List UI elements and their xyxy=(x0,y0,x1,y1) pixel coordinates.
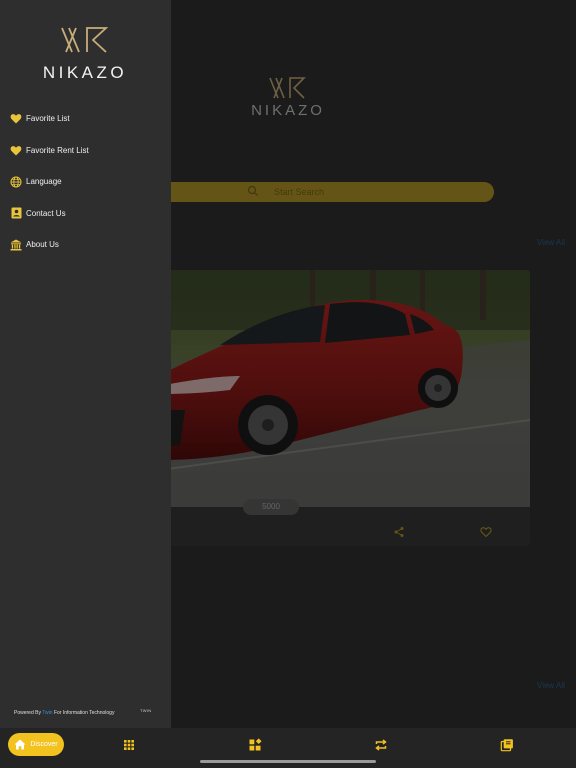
powered-brand-link[interactable]: Twin xyxy=(42,710,52,716)
tab-discover-label: Discover xyxy=(30,741,58,748)
home-indicator[interactable] xyxy=(200,760,376,763)
menu-item-favorite-list[interactable]: Favorite List xyxy=(10,103,168,135)
menu-item-label: Favorite Rent List xyxy=(26,145,89,155)
repeat-icon[interactable] xyxy=(374,738,388,752)
favorite-heart-icon[interactable] xyxy=(480,526,492,538)
red-sedan-image xyxy=(160,270,530,507)
main-logo: NIKAZO xyxy=(243,76,333,122)
menu-item-language[interactable]: Language xyxy=(10,166,168,198)
view-all-link-top[interactable]: View All xyxy=(537,238,565,247)
car-card[interactable]: 5000 xyxy=(160,270,530,546)
nikazo-logo-icon xyxy=(61,27,109,53)
app-screen: NIKAZO View All xyxy=(0,0,576,768)
search-bar[interactable] xyxy=(160,182,494,202)
share-icon[interactable] xyxy=(393,526,405,538)
view-all-link-bottom[interactable]: View All xyxy=(537,681,565,690)
powered-by-text: Powered By Twin For Information Technolo… xyxy=(14,710,114,716)
menu-item-label: About Us xyxy=(26,240,59,250)
grid-icon[interactable] xyxy=(122,738,136,752)
tab-discover[interactable]: Discover xyxy=(8,733,64,756)
price-badge: 5000 xyxy=(243,499,299,515)
powered-suffix: For Information Technology xyxy=(53,710,115,716)
menu-item-about-us[interactable]: About Us xyxy=(10,229,168,261)
menu-item-label: Favorite List xyxy=(26,114,70,124)
side-drawer: NIKAZO Favorite List Favorite Rent List xyxy=(0,0,171,728)
menu-item-label: Contact Us xyxy=(26,208,66,218)
search-input[interactable] xyxy=(274,184,474,200)
widgets-icon[interactable] xyxy=(248,738,262,752)
drawer-logo: NIKAZO xyxy=(30,26,140,83)
twin-logo: TWIN xyxy=(140,708,152,713)
menu-item-label: Language xyxy=(26,177,62,187)
powered-prefix: Powered By xyxy=(14,710,41,716)
contact-card-icon xyxy=(10,207,22,219)
home-icon xyxy=(14,739,26,750)
heart-icon xyxy=(10,113,22,125)
drawer-menu: Favorite List Favorite Rent List Languag… xyxy=(10,103,168,261)
car-photo xyxy=(160,270,530,507)
main-logo-wordmark: NIKAZO xyxy=(251,102,325,119)
globe-icon xyxy=(10,176,22,188)
menu-item-contact-us[interactable]: Contact Us xyxy=(10,198,168,230)
bank-icon xyxy=(10,239,22,251)
drawer-logo-wordmark: NIKAZO xyxy=(42,63,128,82)
search-icon xyxy=(247,185,258,196)
menu-item-favorite-rent-list[interactable]: Favorite Rent List xyxy=(10,135,168,167)
nikazo-logo-icon xyxy=(269,77,306,99)
heart-icon xyxy=(10,144,22,156)
library-icon[interactable] xyxy=(500,738,514,752)
